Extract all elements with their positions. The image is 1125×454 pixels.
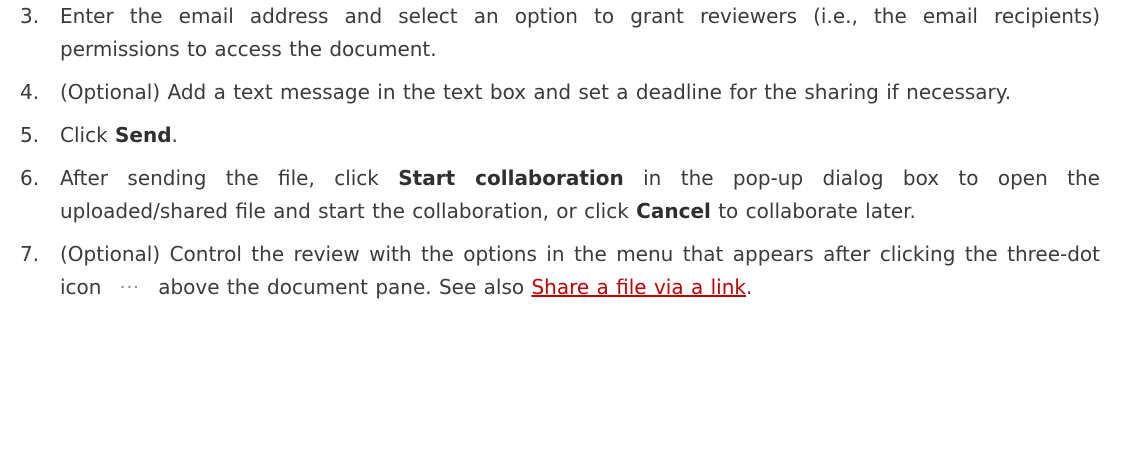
step-text-suffix: . bbox=[171, 123, 178, 147]
step-number: 7. bbox=[20, 242, 40, 266]
instruction-steps-list: 3. Enter the email address and select an… bbox=[20, 0, 1100, 314]
step-5: 5. Click Send. bbox=[20, 119, 1100, 152]
step-text-prefix: Click bbox=[60, 123, 116, 147]
step-text-prefix: After sending the file, click bbox=[60, 166, 399, 190]
start-collaboration-label: Start collaboration bbox=[398, 166, 624, 190]
step-number: 3. bbox=[20, 4, 40, 28]
step-text-middle: above the document pane. See also bbox=[158, 275, 532, 299]
step-7: 7. (Optional) Control the review with th… bbox=[20, 238, 1100, 304]
share-file-via-link-link[interactable]: Share a file via a link bbox=[531, 275, 746, 299]
cancel-label: Cancel bbox=[636, 199, 711, 223]
step-3: 3. Enter the email address and select an… bbox=[20, 0, 1100, 66]
step-text-suffix: to collaborate later. bbox=[710, 199, 916, 223]
step-6: 6. After sending the file, click Start c… bbox=[20, 162, 1100, 228]
more-horizontal-icon: ··· bbox=[119, 277, 140, 298]
step-number: 4. bbox=[20, 80, 40, 104]
step-number: 6. bbox=[20, 166, 40, 190]
step-text-suffix: . bbox=[745, 275, 753, 299]
step-4: 4. (Optional) Add a text message in the … bbox=[20, 76, 1100, 109]
send-label: Send bbox=[115, 123, 172, 147]
step-text: (Optional) Add a text message in the tex… bbox=[60, 80, 1012, 104]
step-number: 5. bbox=[20, 123, 40, 147]
step-text: Enter the email address and select an op… bbox=[60, 4, 1100, 61]
